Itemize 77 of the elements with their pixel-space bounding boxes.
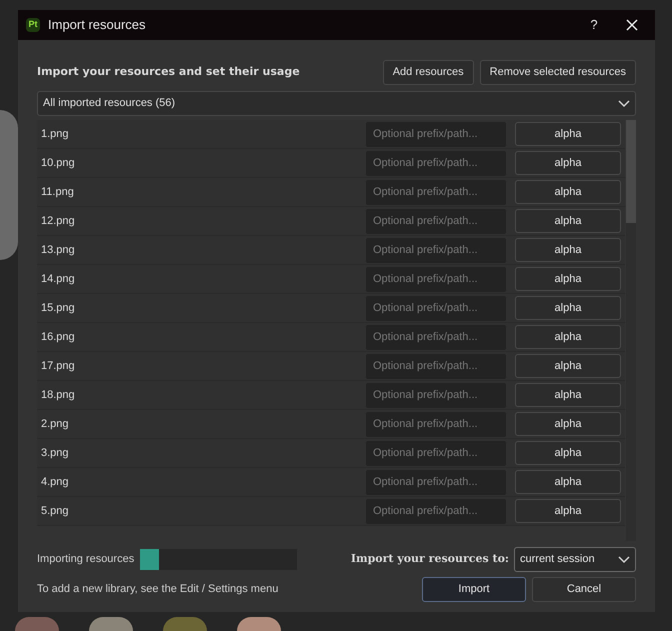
prefix-input[interactable]: Optional prefix/path... xyxy=(366,324,506,350)
prefix-input[interactable]: Optional prefix/path... xyxy=(366,208,506,234)
prefix-input[interactable]: Optional prefix/path... xyxy=(366,180,506,204)
usage-button[interactable]: alpha xyxy=(515,238,621,262)
prefix-input[interactable]: Optional prefix/path... xyxy=(366,412,506,436)
usage-button[interactable]: alpha xyxy=(515,325,621,349)
resource-row[interactable]: 11.png Optional prefix/path... alpha xyxy=(37,178,625,207)
usage-button[interactable]: alpha xyxy=(515,180,621,204)
toolbar-button[interactable]: Add resources xyxy=(382,60,474,85)
resource-row[interactable]: 2.png Optional prefix/path... alpha xyxy=(37,410,625,439)
resource-row[interactable]: 1.png Optional prefix/path... alpha xyxy=(37,120,625,149)
file-name: 18.png xyxy=(40,388,76,403)
file-name: 11.png xyxy=(40,184,75,200)
file-name: 1.png xyxy=(40,126,70,142)
scrollbar-thumb[interactable] xyxy=(626,120,636,223)
file-name: 13.png xyxy=(40,242,76,258)
prefix-input[interactable]: Optional prefix/path... xyxy=(366,296,506,320)
resource-row[interactable]: 16.png Optional prefix/path... alpha xyxy=(37,323,625,352)
section-heading: Import your resources and set their usage xyxy=(37,64,301,80)
resource-row[interactable]: 15.png Optional prefix/path... alpha xyxy=(37,294,625,323)
file-name: 2.png xyxy=(40,416,70,432)
file-name: 4.png xyxy=(40,474,70,490)
dialog-button[interactable]: Cancel xyxy=(532,577,636,602)
file-name: 16.png xyxy=(40,330,76,345)
usage-button[interactable]: alpha xyxy=(515,412,621,436)
resource-row[interactable]: 5.png Optional prefix/path... alpha xyxy=(37,497,625,526)
file-name: 15.png xyxy=(40,300,76,316)
usage-button[interactable]: alpha xyxy=(515,151,621,175)
prefix-input[interactable]: Optional prefix/path... xyxy=(366,354,506,378)
resource-row[interactable]: 12.png Optional prefix/path... alpha xyxy=(37,207,625,236)
usage-button[interactable]: alpha xyxy=(515,499,621,523)
filter-dropdown[interactable]: All imported resources (56) xyxy=(37,91,636,116)
chevron-down-icon xyxy=(618,100,630,108)
resource-row[interactable]: 14.png Optional prefix/path... alpha xyxy=(37,265,625,294)
file-name: 12.png xyxy=(40,214,76,229)
chevron-down-icon xyxy=(618,556,630,564)
usage-button[interactable]: alpha xyxy=(515,296,621,320)
usage-button[interactable]: alpha xyxy=(515,441,621,465)
prefix-input[interactable]: Optional prefix/path... xyxy=(366,440,506,466)
usage-button[interactable]: alpha xyxy=(515,383,621,407)
dialog-button[interactable]: Import xyxy=(422,577,526,602)
destination-label: Import your resources to: xyxy=(350,551,509,568)
usage-button[interactable]: alpha xyxy=(515,122,621,146)
usage-button[interactable]: alpha xyxy=(515,267,621,291)
prefix-input[interactable]: Optional prefix/path... xyxy=(366,150,506,176)
file-name: 14.png xyxy=(40,272,76,287)
app-logo: Pt xyxy=(26,18,40,32)
sphere-placeholder xyxy=(163,617,207,631)
destination-dropdown[interactable]: current session xyxy=(514,547,636,572)
sphere-placeholder xyxy=(15,617,59,631)
prefix-input[interactable]: Optional prefix/path... xyxy=(366,122,506,146)
resource-row[interactable]: 13.png Optional prefix/path... alpha xyxy=(37,236,625,265)
usage-button[interactable]: alpha xyxy=(515,354,621,378)
sphere-placeholder xyxy=(237,617,281,631)
resource-row[interactable]: 4.png Optional prefix/path... alpha xyxy=(37,468,625,497)
prefix-input[interactable]: Optional prefix/path... xyxy=(366,470,506,494)
file-name: 10.png xyxy=(40,156,76,171)
usage-button[interactable]: alpha xyxy=(515,470,621,494)
window-title: Import resources xyxy=(48,16,146,34)
file-name: 5.png xyxy=(40,504,70,519)
resource-row[interactable]: 17.png Optional prefix/path... alpha xyxy=(37,352,625,381)
resource-row[interactable]: 3.png Optional prefix/path... alpha xyxy=(37,439,625,468)
toolbar-button[interactable]: Remove selected resources xyxy=(480,60,636,85)
progress-label: Importing resources xyxy=(37,552,134,568)
file-name: 17.png xyxy=(40,358,76,374)
resource-row[interactable]: 10.png Optional prefix/path... alpha xyxy=(37,149,625,178)
sphere-placeholder xyxy=(89,617,133,631)
prefix-input[interactable]: Optional prefix/path... xyxy=(366,238,506,262)
usage-button[interactable]: alpha xyxy=(515,209,621,233)
hint-text: To add a new library, see the Edit / Settings menu xyxy=(37,582,280,598)
file-name: 3.png xyxy=(40,446,70,461)
close-icon xyxy=(626,19,638,31)
help-button[interactable]: ? xyxy=(579,15,609,35)
prefix-input[interactable]: Optional prefix/path... xyxy=(366,382,506,408)
resource-row[interactable]: 18.png Optional prefix/path... alpha xyxy=(37,381,625,410)
prefix-input[interactable]: Optional prefix/path... xyxy=(366,266,506,292)
prefix-input[interactable]: Optional prefix/path... xyxy=(366,498,506,524)
